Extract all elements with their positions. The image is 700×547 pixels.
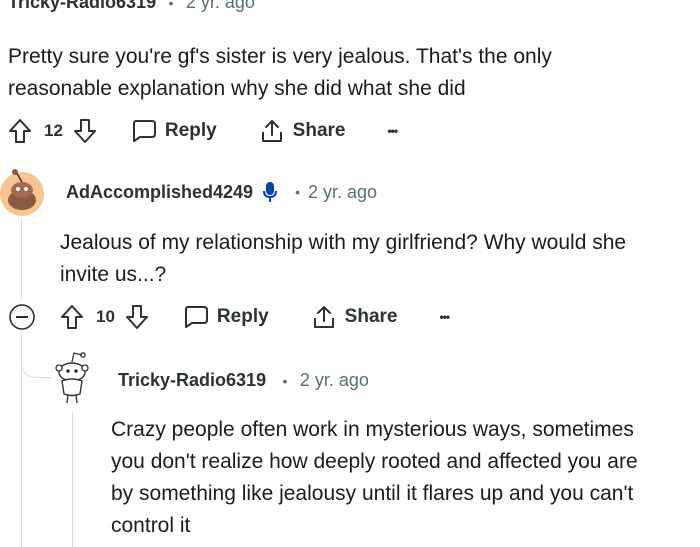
share-button[interactable]: Share xyxy=(259,118,346,144)
reply-label: Reply xyxy=(216,306,269,327)
collapse-icon[interactable] xyxy=(8,303,36,331)
downvote-icon[interactable] xyxy=(73,118,97,144)
comment-body: Jealous of my relationship with my girlf… xyxy=(60,227,690,291)
separator-dot: • xyxy=(295,184,300,200)
comment-timestamp[interactable]: 2 yr. ago xyxy=(186,0,255,12)
comment-header: AdAccomplished4249 • 2 yr. ago xyxy=(66,181,377,203)
share-label: Share xyxy=(292,120,346,141)
comment-timestamp[interactable]: 2 yr. ago xyxy=(308,182,377,203)
comment-text-line: Jealous of my relationship with my girlf… xyxy=(60,231,627,254)
comment-icon xyxy=(131,119,157,143)
vote-count: 12 xyxy=(44,121,63,140)
thread-line xyxy=(21,218,22,298)
comment-timestamp[interactable]: 2 yr. ago xyxy=(300,370,369,390)
share-icon xyxy=(311,304,337,330)
comment-header: Tricky-Radio6319 • 2 yr. ago xyxy=(8,0,255,13)
reply-button[interactable]: Reply xyxy=(131,119,217,143)
separator-dot: • xyxy=(168,0,174,11)
comment-text-line: Crazy people often work in mysterious wa… xyxy=(111,418,634,441)
snoo-avatar-icon xyxy=(0,169,44,216)
comment-text-line: invite us...? xyxy=(60,263,167,286)
separator-dot: • xyxy=(282,373,288,389)
comment-text-line: Pretty sure you're gf's sister is very j… xyxy=(8,45,552,68)
reply-button[interactable]: Reply xyxy=(183,305,269,329)
upvote-icon[interactable] xyxy=(8,118,32,144)
comment-text-line: you don't realize how deeply rooted and … xyxy=(111,450,638,473)
thread-connector xyxy=(21,335,52,378)
avatar[interactable] xyxy=(0,168,44,218)
reply-label: Reply xyxy=(164,120,217,141)
comment-author[interactable]: AdAccomplished4249 xyxy=(66,182,253,203)
comment-icon xyxy=(183,305,209,329)
snoo-avatar-icon xyxy=(55,352,89,404)
comment-text-line: by something like jealousy until it flar… xyxy=(111,482,634,505)
share-icon xyxy=(259,118,285,144)
comment-text-line: control it xyxy=(111,514,191,537)
avatar[interactable] xyxy=(50,350,94,406)
comment-actions: 12 Reply Share ••• xyxy=(8,116,398,146)
thread-line xyxy=(72,412,73,547)
share-button[interactable]: Share xyxy=(311,304,398,330)
downvote-icon[interactable] xyxy=(125,304,149,330)
comment-header: Tricky-Radio6319 • 2 yr. ago xyxy=(118,370,369,391)
comment-author[interactable]: Tricky-Radio6319 xyxy=(118,370,266,390)
comment-author[interactable]: Tricky-Radio6319 xyxy=(8,0,156,12)
upvote-icon[interactable] xyxy=(60,304,84,330)
comment-text-line: reasonable explanation why she did what … xyxy=(8,77,466,100)
vote-count: 10 xyxy=(96,307,115,326)
comment-body: Pretty sure you're gf's sister is very j… xyxy=(8,41,688,105)
more-options-button[interactable]: ••• xyxy=(439,310,450,324)
comment-actions: 10 Reply Share ••• xyxy=(8,302,450,332)
mic-badge-icon xyxy=(263,181,278,203)
comment-body: Crazy people often work in mysterious wa… xyxy=(111,414,696,542)
more-options-button[interactable]: ••• xyxy=(387,124,398,138)
share-label: Share xyxy=(344,306,398,327)
